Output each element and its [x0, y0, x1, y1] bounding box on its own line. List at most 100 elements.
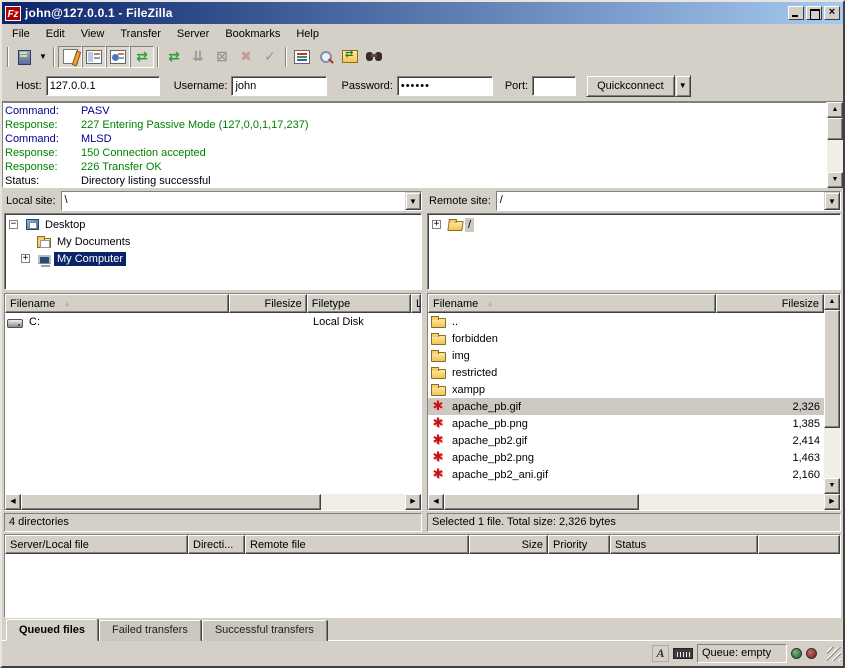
remote-horizontal-scrollbar[interactable]: ◀ ▶	[428, 494, 840, 510]
tab-queued-files[interactable]: Queued files	[6, 619, 98, 641]
minimize-button[interactable]	[788, 6, 804, 20]
column-filesize[interactable]: Filesize	[716, 294, 824, 313]
scrollbar-track[interactable]	[824, 428, 840, 478]
menu-view[interactable]: View	[73, 26, 113, 42]
toggle-remote-tree-button[interactable]	[106, 46, 130, 68]
tree-item-my-documents[interactable]: My Documents	[5, 233, 421, 250]
expand-icon[interactable]: +	[21, 254, 30, 263]
file-row[interactable]: ..	[428, 313, 824, 330]
expand-icon[interactable]: +	[432, 220, 441, 229]
column-direction[interactable]: Directi...	[188, 535, 245, 554]
file-row[interactable]: img	[428, 347, 824, 364]
tab-successful-transfers[interactable]: Successful transfers	[202, 620, 327, 641]
site-manager-button[interactable]	[12, 46, 36, 68]
scroll-right-icon[interactable]: ▶	[405, 494, 421, 510]
local-site-combo[interactable]: \ ▼	[61, 191, 422, 211]
scroll-up-icon[interactable]: ▲	[824, 294, 840, 310]
column-filename[interactable]: Filename▲	[428, 294, 716, 313]
column-filename[interactable]: Filename▲	[5, 294, 229, 313]
file-row[interactable]: forbidden	[428, 330, 824, 347]
scroll-up-icon[interactable]: ▲	[827, 102, 843, 118]
file-row[interactable]: xampp	[428, 381, 824, 398]
maximize-button[interactable]	[806, 6, 822, 20]
host-input[interactable]	[46, 76, 160, 96]
column-priority[interactable]: Priority	[548, 535, 610, 554]
quickconnect-dropdown[interactable]: ▼	[675, 75, 691, 97]
image-file-icon: ✱	[433, 434, 444, 447]
toggle-log-button[interactable]	[58, 46, 82, 68]
speed-limits-icon[interactable]	[673, 648, 693, 659]
file-row[interactable]: ✱apache_pb2.png1,463	[428, 449, 824, 466]
directory-comparison-button[interactable]	[290, 46, 314, 68]
column-status[interactable]: Status	[610, 535, 758, 554]
scrollbar-track[interactable]	[639, 494, 824, 510]
remote-vertical-scrollbar[interactable]: ▲ ▼	[824, 294, 840, 494]
column-last-modified[interactable]: L	[411, 294, 421, 313]
folder-icon	[431, 335, 446, 345]
scroll-right-icon[interactable]: ▶	[824, 494, 840, 510]
password-input[interactable]	[397, 76, 493, 96]
local-list-body[interactable]: C: Local Disk	[5, 313, 421, 494]
queue-body[interactable]	[5, 554, 840, 617]
collapse-icon[interactable]: −	[9, 220, 18, 229]
scroll-down-icon[interactable]: ▼	[824, 478, 840, 494]
scrollbar-thumb[interactable]	[827, 118, 843, 140]
file-row[interactable]: restricted	[428, 364, 824, 381]
tree-item-my-computer[interactable]: + My Computer	[5, 250, 421, 267]
menu-edit[interactable]: Edit	[38, 26, 73, 42]
search-button[interactable]	[362, 46, 386, 68]
menu-server[interactable]: Server	[169, 26, 217, 42]
log-vertical-scrollbar[interactable]: ▲ ▼	[827, 102, 843, 188]
close-button[interactable]: ×	[824, 6, 840, 20]
scrollbar-thumb[interactable]	[444, 494, 639, 510]
menu-help[interactable]: Help	[288, 26, 327, 42]
chevron-down-icon[interactable]: ▼	[824, 192, 840, 210]
title-bar[interactable]: Fz john@127.0.0.1 - FileZilla ×	[2, 2, 843, 24]
menu-transfer[interactable]: Transfer	[112, 26, 169, 42]
quickconnect-button[interactable]: Quickconnect	[586, 75, 675, 97]
scrollbar-track[interactable]	[827, 140, 843, 172]
remote-tree[interactable]: + /	[427, 213, 841, 290]
scrollbar-track[interactable]	[321, 494, 405, 510]
tab-failed-transfers[interactable]: Failed transfers	[99, 620, 201, 641]
file-row[interactable]: ✱apache_pb2_ani.gif2,160	[428, 466, 824, 483]
scroll-down-icon[interactable]: ▼	[827, 172, 843, 188]
local-tree[interactable]: − Desktop My Documents + My Computer	[4, 213, 422, 290]
column-filesize[interactable]: Filesize	[229, 294, 306, 313]
username-input[interactable]	[231, 76, 327, 96]
scrollbar-thumb[interactable]	[824, 310, 840, 428]
transfer-type-ascii-icon[interactable]: A	[652, 645, 669, 662]
synchronized-browsing-button[interactable]	[338, 46, 362, 68]
cancel-button[interactable]: ⊠	[210, 46, 234, 68]
file-row[interactable]: ✱apache_pb.png1,385	[428, 415, 824, 432]
disconnect-button[interactable]: ✖	[234, 46, 258, 68]
site-manager-dropdown[interactable]: ▼	[36, 46, 50, 68]
scroll-left-icon[interactable]: ◀	[5, 494, 21, 510]
remote-list-body[interactable]: .. forbidden img restricted xampp ✱apach…	[428, 313, 824, 494]
scrollbar-thumb[interactable]	[21, 494, 321, 510]
column-server-local-file[interactable]: Server/Local file	[5, 535, 188, 554]
message-log-content[interactable]: Command:PASV Response:227 Entering Passi…	[2, 102, 827, 188]
menu-bookmarks[interactable]: Bookmarks	[217, 26, 288, 42]
file-row[interactable]: ✱apache_pb2.gif2,414	[428, 432, 824, 449]
tree-item-desktop[interactable]: − Desktop	[5, 216, 421, 233]
local-horizontal-scrollbar[interactable]: ◀ ▶	[5, 494, 421, 510]
filter-button[interactable]	[314, 46, 338, 68]
reconnect-button[interactable]: ✓	[258, 46, 282, 68]
menu-file[interactable]: File	[4, 26, 38, 42]
chevron-down-icon[interactable]: ▼	[405, 192, 421, 210]
toggle-queue-button[interactable]: ⇄	[130, 46, 154, 68]
column-size[interactable]: Size	[469, 535, 548, 554]
port-input[interactable]	[532, 76, 576, 96]
column-filetype[interactable]: Filetype	[307, 294, 411, 313]
column-remote-file[interactable]: Remote file	[245, 535, 469, 554]
remote-site-combo[interactable]: / ▼	[496, 191, 841, 211]
process-queue-button[interactable]: ⇊	[186, 46, 210, 68]
toggle-local-tree-button[interactable]	[82, 46, 106, 68]
file-row-selected[interactable]: ✱apache_pb.gif2,326	[428, 398, 824, 415]
resize-grip[interactable]	[827, 647, 841, 661]
tree-item-root[interactable]: + /	[428, 216, 840, 233]
refresh-button[interactable]: ⇄	[162, 46, 186, 68]
file-row-c-drive[interactable]: C: Local Disk	[5, 313, 421, 330]
scroll-left-icon[interactable]: ◀	[428, 494, 444, 510]
